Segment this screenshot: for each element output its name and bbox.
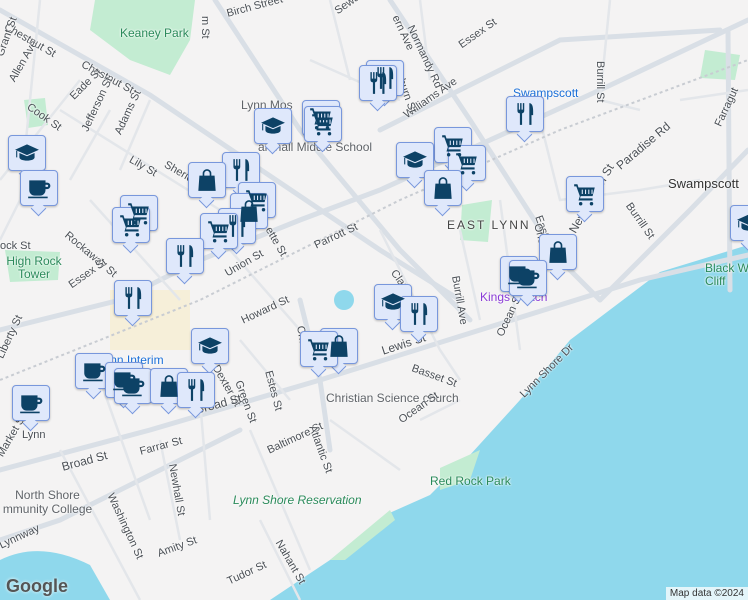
school-marker[interactable] — [8, 135, 46, 171]
cafe-marker[interactable] — [12, 385, 50, 421]
fork-knife-icon — [120, 285, 146, 311]
restaurant-marker[interactable] — [506, 96, 544, 132]
grocery-marker[interactable] — [304, 106, 342, 142]
street-elm: m St — [199, 16, 211, 39]
school-marker[interactable] — [254, 108, 292, 144]
cafe-marker[interactable] — [20, 170, 58, 206]
nscc-line2: mmunity College — [2, 502, 93, 516]
high-rock-tower-label: High Rock Tower — [6, 254, 62, 281]
google-logo: Google — [6, 576, 68, 596]
north-shore-community-college-label: North Shore mmunity College — [0, 488, 95, 516]
fork-knife-icon — [365, 70, 391, 96]
street-burrill-st-n: Burrill St — [594, 61, 606, 103]
shopping-bag-icon — [194, 167, 220, 193]
shopping-cart-icon — [306, 336, 332, 362]
cafe-marker[interactable] — [114, 368, 152, 404]
shopping-cart-icon — [310, 111, 336, 137]
map-attribution[interactable]: Map data ©2024 — [665, 587, 748, 600]
coffee-cup-icon — [120, 373, 146, 399]
restaurant-marker[interactable] — [114, 280, 152, 316]
fork-knife-icon — [406, 301, 432, 327]
swampscott-town-label: Swampscott — [668, 176, 739, 191]
school-marker[interactable] — [191, 328, 229, 364]
school-icon — [197, 333, 223, 359]
school-icon — [736, 210, 748, 236]
fork-knife-icon — [172, 243, 198, 269]
shopping-bag-icon — [430, 175, 456, 201]
east-lynn-label: EAST LYNN — [447, 218, 531, 232]
nscc-line1: North Shore — [15, 488, 80, 502]
coffee-cup-icon — [515, 265, 541, 291]
pond — [334, 290, 354, 310]
shopping-bag-icon — [545, 239, 571, 265]
shopping-cart-icon — [572, 181, 598, 207]
school-icon — [260, 113, 286, 139]
restaurant-marker[interactable] — [177, 372, 215, 408]
fork-knife-icon — [183, 377, 209, 403]
restaurant-marker[interactable] — [166, 238, 204, 274]
school-icon — [14, 140, 40, 166]
school-icon — [402, 147, 428, 173]
fork-knife-icon — [512, 101, 538, 127]
shopping-bag-icon — [156, 373, 182, 399]
black-wills-cliff-label: Black Wills Cliff — [705, 261, 748, 288]
coffee-cup-icon — [81, 358, 107, 384]
restaurant-marker[interactable] — [400, 296, 438, 332]
school-marker[interactable] — [730, 205, 748, 241]
coffee-cup-icon — [18, 390, 44, 416]
shopping-cart-icon — [118, 212, 144, 238]
cafe-marker[interactable] — [509, 260, 547, 296]
school-icon — [380, 289, 406, 315]
red-rock-park-label: Red Rock Park — [430, 474, 511, 488]
keaney-park-label: Keaney Park — [120, 26, 189, 40]
shopping-cart-icon — [206, 218, 232, 244]
shopping-marker[interactable] — [188, 162, 226, 198]
lynn-shore-reservation-label: Lynn Shore Reservation — [233, 493, 362, 507]
lynn-station-label[interactable]: Lynn — [22, 429, 45, 441]
fork-knife-icon — [228, 157, 254, 183]
street-rock: ock St — [0, 240, 31, 252]
coffee-cup-icon — [26, 175, 52, 201]
shopping-marker[interactable] — [539, 234, 577, 270]
shopping-cart-icon — [454, 150, 480, 176]
grocery-marker[interactable] — [566, 176, 604, 212]
